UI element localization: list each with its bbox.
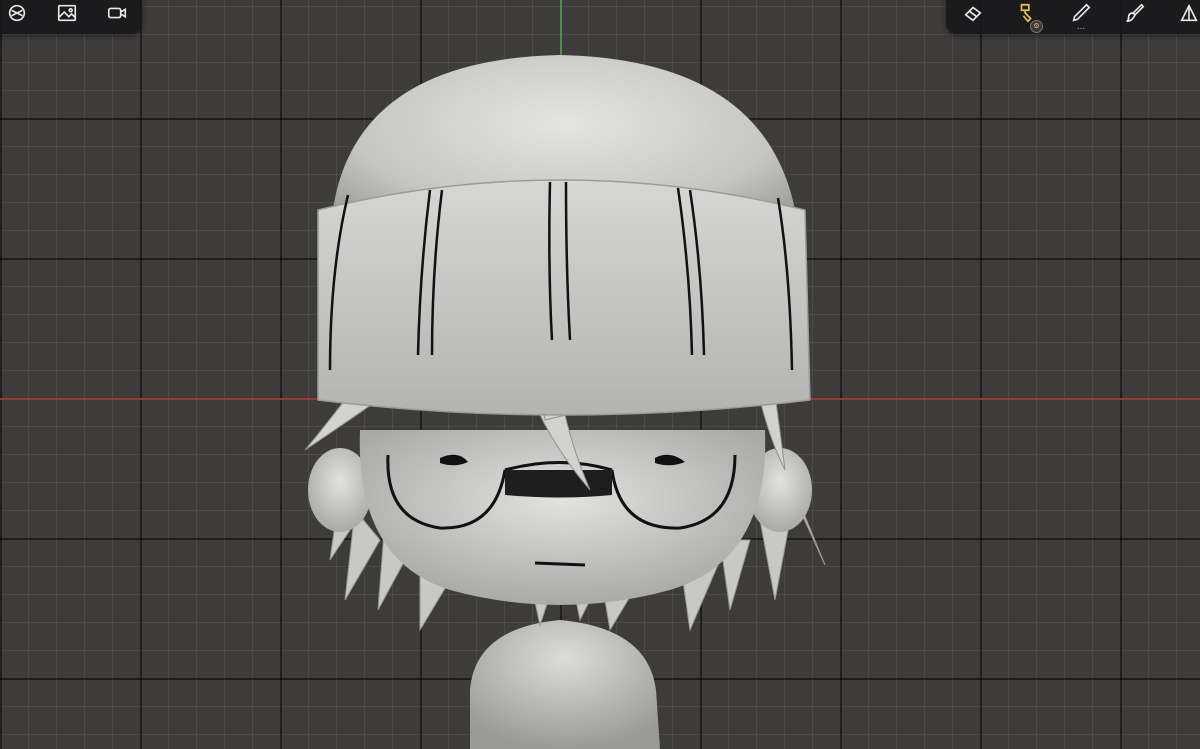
image-icon	[57, 4, 77, 22]
beanie-band	[317, 179, 811, 416]
toolbar-left	[0, 0, 142, 34]
render-button[interactable]	[0, 0, 42, 30]
eraser-icon	[964, 6, 982, 22]
video-icon	[107, 7, 127, 19]
mouth	[534, 561, 586, 567]
brush-icon	[1126, 3, 1145, 23]
more-options-dots: ...	[1076, 21, 1086, 32]
layers-icon	[1180, 3, 1198, 22]
image-button[interactable]	[42, 0, 92, 30]
glasses-bridge-dark	[505, 470, 612, 498]
toolbar-right: ⚙ ...	[946, 0, 1200, 34]
render-icon	[8, 4, 26, 22]
gear-icon: ⚙	[1030, 20, 1043, 33]
character-model[interactable]	[0, 0, 1200, 749]
layers-button[interactable]	[1162, 0, 1200, 30]
video-button[interactable]	[92, 0, 142, 30]
paint-brush-button[interactable]: ⚙	[1000, 0, 1054, 33]
neck	[470, 620, 660, 749]
pen-button[interactable]: ...	[1054, 0, 1108, 32]
eraser-button[interactable]	[946, 0, 1000, 30]
brush-button[interactable]	[1108, 0, 1162, 30]
3d-viewport[interactable]	[0, 0, 1200, 749]
